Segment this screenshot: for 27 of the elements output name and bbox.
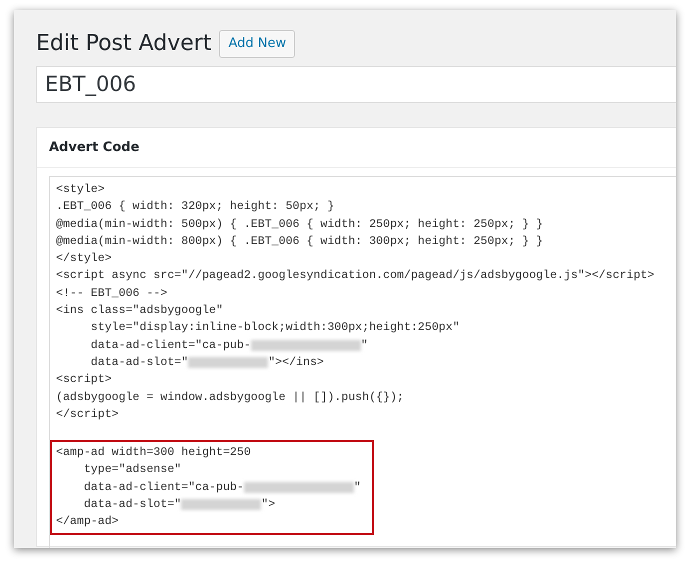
code-text: "></ins> [268, 354, 324, 371]
code-text: " [354, 480, 361, 496]
code-text: (adsbygoogle = window.adsbygoogle || []).push({}); [56, 390, 404, 406]
code-text: </style> [56, 251, 112, 268]
code-text: data-ad-client="ca-pub- [90, 338, 251, 354]
code-text: <amp-ad width=300 height=250 [56, 445, 251, 462]
code-text: "> [261, 497, 276, 514]
code-text: " [360, 338, 368, 354]
code-text: <ins class="adsbygoogle" [56, 303, 223, 320]
code-text: data-ad-slot=" [90, 354, 188, 371]
code-text: <script async src="//pagead2.googlesyndication.com/pagead/js/adsbygoogle.js"></script> [56, 268, 654, 284]
code-text: data-ad-slot=" [82, 497, 182, 514]
title-field[interactable]: EBT_006 [36, 66, 676, 102]
code-text: data-ad-client="ca-pub- [82, 480, 244, 496]
code-text: <script> [56, 372, 112, 388]
panel-heading: Advert Code [37, 128, 676, 168]
code-text: @media(min-width: 500px) { .EBT_006 { width: 250px; height: 250px; } } [56, 216, 544, 233]
add-new-button[interactable]: Add New [219, 30, 296, 58]
code-text: @media(min-width: 800px) { .EBT_006 { width: 300px; height: 250px; } } [56, 234, 544, 250]
code-text: <style> [56, 182, 105, 198]
code-text: style="display:inline-block;width:300px;height:250px" [90, 320, 460, 336]
code-text: type="adsense" [82, 462, 182, 478]
code-text: <!-- EBT_006 --> [56, 286, 168, 302]
code-text: </script> [56, 406, 119, 423]
code-text: </amp-ad> [56, 514, 119, 530]
page-title: Edit Post Advert [36, 30, 212, 57]
code-text: .EBT_006 { width: 320px; height: 50px; } [56, 199, 334, 216]
